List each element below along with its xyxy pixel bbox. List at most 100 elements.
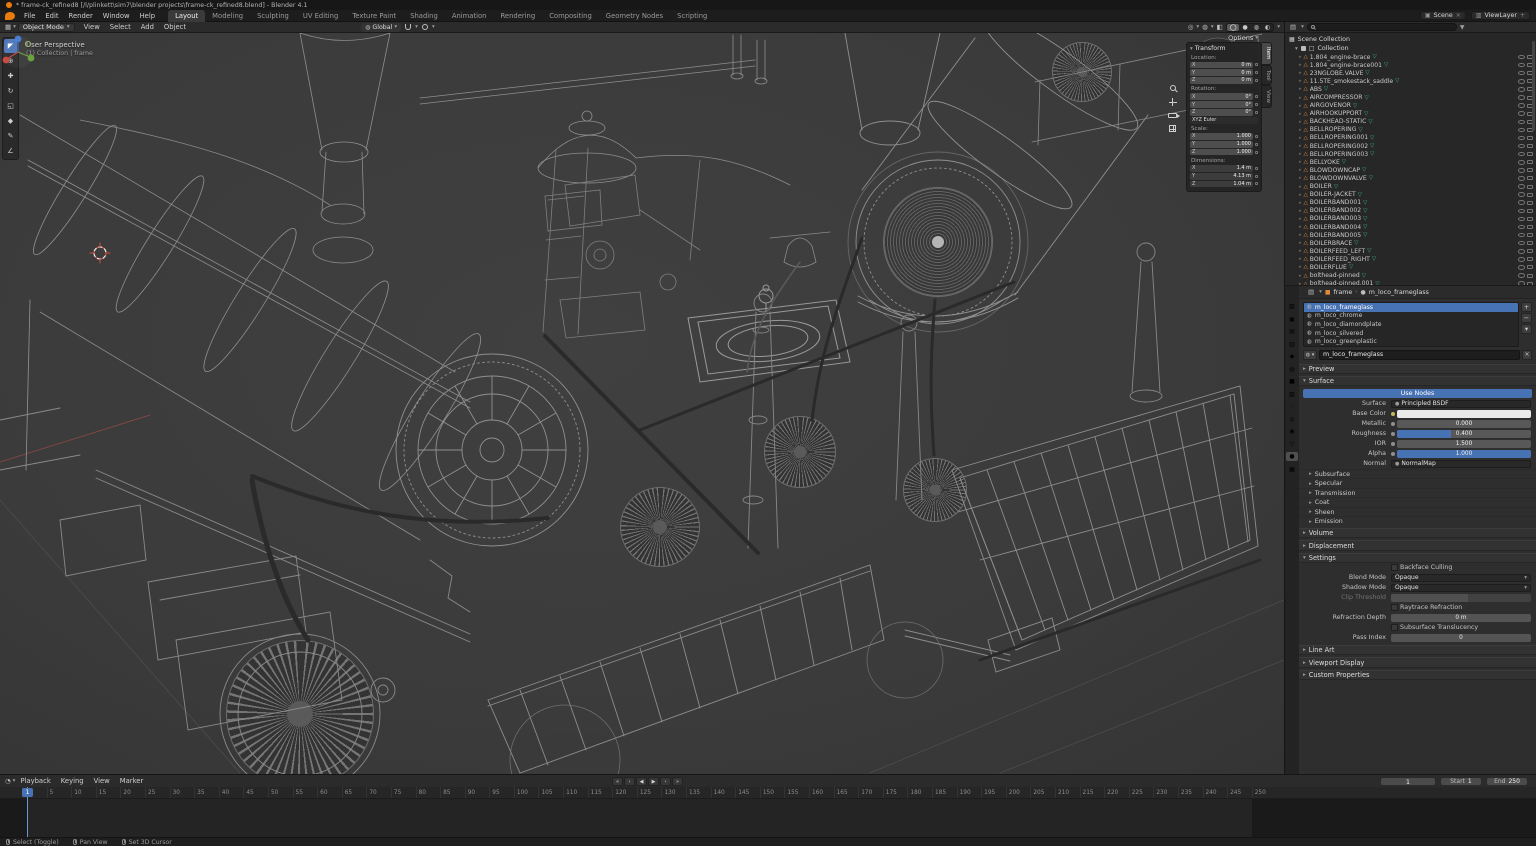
outliner-row[interactable]: ▸ △ BACKHEAD-STATIC ▽ <box>1285 118 1536 126</box>
hide-viewport-icon[interactable] <box>1518 79 1525 84</box>
node-socket-icon[interactable] <box>1391 422 1395 426</box>
subpanel-header[interactable]: ▸ Emission <box>1299 516 1536 526</box>
disable-render-icon[interactable] <box>1527 201 1533 205</box>
hide-viewport-icon[interactable] <box>1518 128 1525 133</box>
properties-tab[interactable]: ∴ <box>1286 402 1298 411</box>
panel-header[interactable]: ▸ Viewport Display <box>1299 657 1536 668</box>
subpanel-header[interactable]: ▸ Subsurface <box>1299 469 1536 479</box>
tool-button[interactable]: ∠ <box>4 144 17 158</box>
outliner-search-input[interactable] <box>1307 23 1457 31</box>
panel-header[interactable]: ▸ Displacement <box>1299 540 1536 551</box>
lock-icon[interactable] <box>1255 111 1258 114</box>
scene-selector[interactable]: ▣ Scene × <box>1420 11 1466 20</box>
properties-editor-icon[interactable]: ▤ <box>1303 288 1316 296</box>
workspace-tab[interactable]: Compositing <box>542 10 599 22</box>
metallic-slider[interactable]: 0.000 <box>1397 420 1531 428</box>
disable-render-icon[interactable] <box>1527 185 1533 189</box>
material-specials-button[interactable]: ▾ <box>1521 324 1532 334</box>
disclosure-icon[interactable]: ▸ <box>1299 208 1302 214</box>
outliner-row[interactable]: ▸ △ 23NGLOBE.VALVE ▽ <box>1285 69 1536 77</box>
material-slot[interactable]: ◍ m_loco_diamondplate <box>1304 320 1518 329</box>
disclosure-icon[interactable]: ▸ <box>1299 127 1302 133</box>
outliner-row[interactable]: ▸ △ BELLROPERING002 ▽ <box>1285 142 1536 150</box>
unlink-material-button[interactable]: × <box>1522 350 1532 360</box>
hide-viewport-icon[interactable] <box>1518 225 1525 230</box>
snap-magnet-icon[interactable] <box>405 24 411 30</box>
show-gizmo-icon[interactable]: ◎ <box>1188 23 1194 31</box>
menu-item[interactable]: File <box>19 10 40 22</box>
material-slot[interactable]: ◍ m_loco_greenplastic <box>1304 337 1518 346</box>
rotation-field[interactable]: Y0° <box>1190 101 1253 108</box>
outliner-row[interactable]: ▸ △ 1.804_engine-brace001 ▽ <box>1285 61 1536 69</box>
scale-field[interactable]: Y1.000 <box>1190 141 1253 148</box>
rotation-field[interactable]: X0° <box>1190 93 1253 100</box>
transform-orientation-selector[interactable]: ◍ Global ▾ <box>361 23 401 32</box>
settings-panel-header[interactable]: ▾ Settings <box>1299 553 1536 563</box>
disclosure-icon[interactable]: ▸ <box>1299 248 1302 254</box>
panel-header[interactable]: ▸ Line Art <box>1299 645 1536 656</box>
menu-item[interactable]: Window <box>98 10 135 22</box>
disable-render-icon[interactable] <box>1527 144 1533 148</box>
proportional-editing-icon[interactable] <box>422 24 428 30</box>
hide-viewport-icon[interactable] <box>1518 63 1525 68</box>
disclosure-icon[interactable]: ▸ <box>1299 135 1302 141</box>
lock-icon[interactable] <box>1255 79 1258 82</box>
shading-mode-button[interactable]: ◍ <box>1251 24 1262 31</box>
panel-header[interactable]: ▸ Volume <box>1299 528 1536 539</box>
options-dropdown[interactable]: Options ▾ <box>1228 34 1258 42</box>
properties-tab[interactable]: ▧ <box>1286 390 1298 399</box>
outliner-row[interactable]: ▸ △ BOILERFLUE ▽ <box>1285 263 1536 271</box>
shadow-mode-dropdown[interactable]: Opaque ▾ <box>1391 584 1531 592</box>
raytrace-refraction-checkbox[interactable] <box>1391 604 1398 611</box>
node-socket-icon[interactable] <box>1391 452 1395 456</box>
sidebar-tab[interactable]: Item <box>1262 42 1272 65</box>
collection-row[interactable]: ▾ □ Collection <box>1285 44 1536 53</box>
hide-viewport-icon[interactable] <box>1518 160 1525 165</box>
outliner-row[interactable]: ▸ △ BELLROPERING003 ▽ <box>1285 150 1536 158</box>
outliner-row[interactable]: ▸ △ 1.804_engine-brace ▽ <box>1285 53 1536 61</box>
disclosure-icon[interactable]: ▸ <box>1299 232 1302 238</box>
timeline-menu-item[interactable]: Playback <box>15 775 55 788</box>
shading-options-chevron[interactable]: ▾ <box>1277 24 1280 30</box>
normal-input-field[interactable]: ● NormalMap <box>1391 460 1531 468</box>
scale-field[interactable]: Z1.000 <box>1190 149 1253 156</box>
editor-type-icon[interactable]: ▦ <box>0 23 13 31</box>
lock-icon[interactable] <box>1255 71 1258 74</box>
play-button[interactable]: ▶ <box>648 777 659 786</box>
lock-icon[interactable] <box>1255 167 1258 170</box>
properties-tab[interactable]: ▦ <box>1286 465 1298 474</box>
view-layer-selector[interactable]: ▥ ViewLayer + <box>1471 11 1530 20</box>
disclosure-icon[interactable]: ▸ <box>1299 184 1302 190</box>
hide-viewport-icon[interactable] <box>1518 152 1525 157</box>
disable-render-icon[interactable] <box>1527 225 1533 229</box>
show-overlays-icon[interactable]: ◍ <box>1202 23 1208 31</box>
hide-viewport-icon[interactable] <box>1518 192 1525 197</box>
outliner-row[interactable]: ▸ △ BLOWDOWNCAP ▽ <box>1285 166 1536 174</box>
disclosure-icon[interactable]: ▸ <box>1299 273 1302 279</box>
material-name-field[interactable]: m_loco_frameglass <box>1319 350 1520 360</box>
refraction-depth-field[interactable]: 0 m <box>1391 614 1531 622</box>
workspace-tab[interactable]: Texture Paint <box>345 10 403 22</box>
hide-viewport-icon[interactable] <box>1518 120 1525 125</box>
properties-tab[interactable]: ▤ <box>1286 327 1298 336</box>
surface-shader-selector[interactable]: ● Principled BSDF <box>1391 400 1531 408</box>
backface-culling-checkbox[interactable] <box>1391 564 1398 571</box>
disclosure-icon[interactable]: ▸ <box>1299 167 1302 173</box>
outliner-editor-icon[interactable]: ▤ <box>1285 23 1298 31</box>
disable-render-icon[interactable] <box>1527 136 1533 140</box>
subsurface-translucency-checkbox[interactable] <box>1391 624 1398 631</box>
pass-index-field[interactable]: 0 <box>1391 634 1531 642</box>
hide-viewport-icon[interactable] <box>1518 233 1525 238</box>
disable-render-icon[interactable] <box>1527 241 1533 245</box>
tool-button[interactable]: ✎ <box>4 129 17 143</box>
disclosure-icon[interactable]: ▸ <box>1299 70 1302 76</box>
scene-collection-row[interactable]: ▦ Scene Collection <box>1285 35 1536 44</box>
timeline-menu-item[interactable]: Keying <box>56 775 89 788</box>
proportional-options-chevron[interactable]: ▾ <box>432 24 435 30</box>
location-field[interactable]: Y0 m <box>1190 69 1253 76</box>
workspace-tab[interactable]: Animation <box>445 10 494 22</box>
node-socket-icon[interactable] <box>1391 432 1395 436</box>
disable-render-icon[interactable] <box>1527 193 1533 197</box>
browse-material-button[interactable]: ◍ ▾ <box>1303 350 1317 360</box>
menu-item[interactable]: Edit <box>40 10 63 22</box>
